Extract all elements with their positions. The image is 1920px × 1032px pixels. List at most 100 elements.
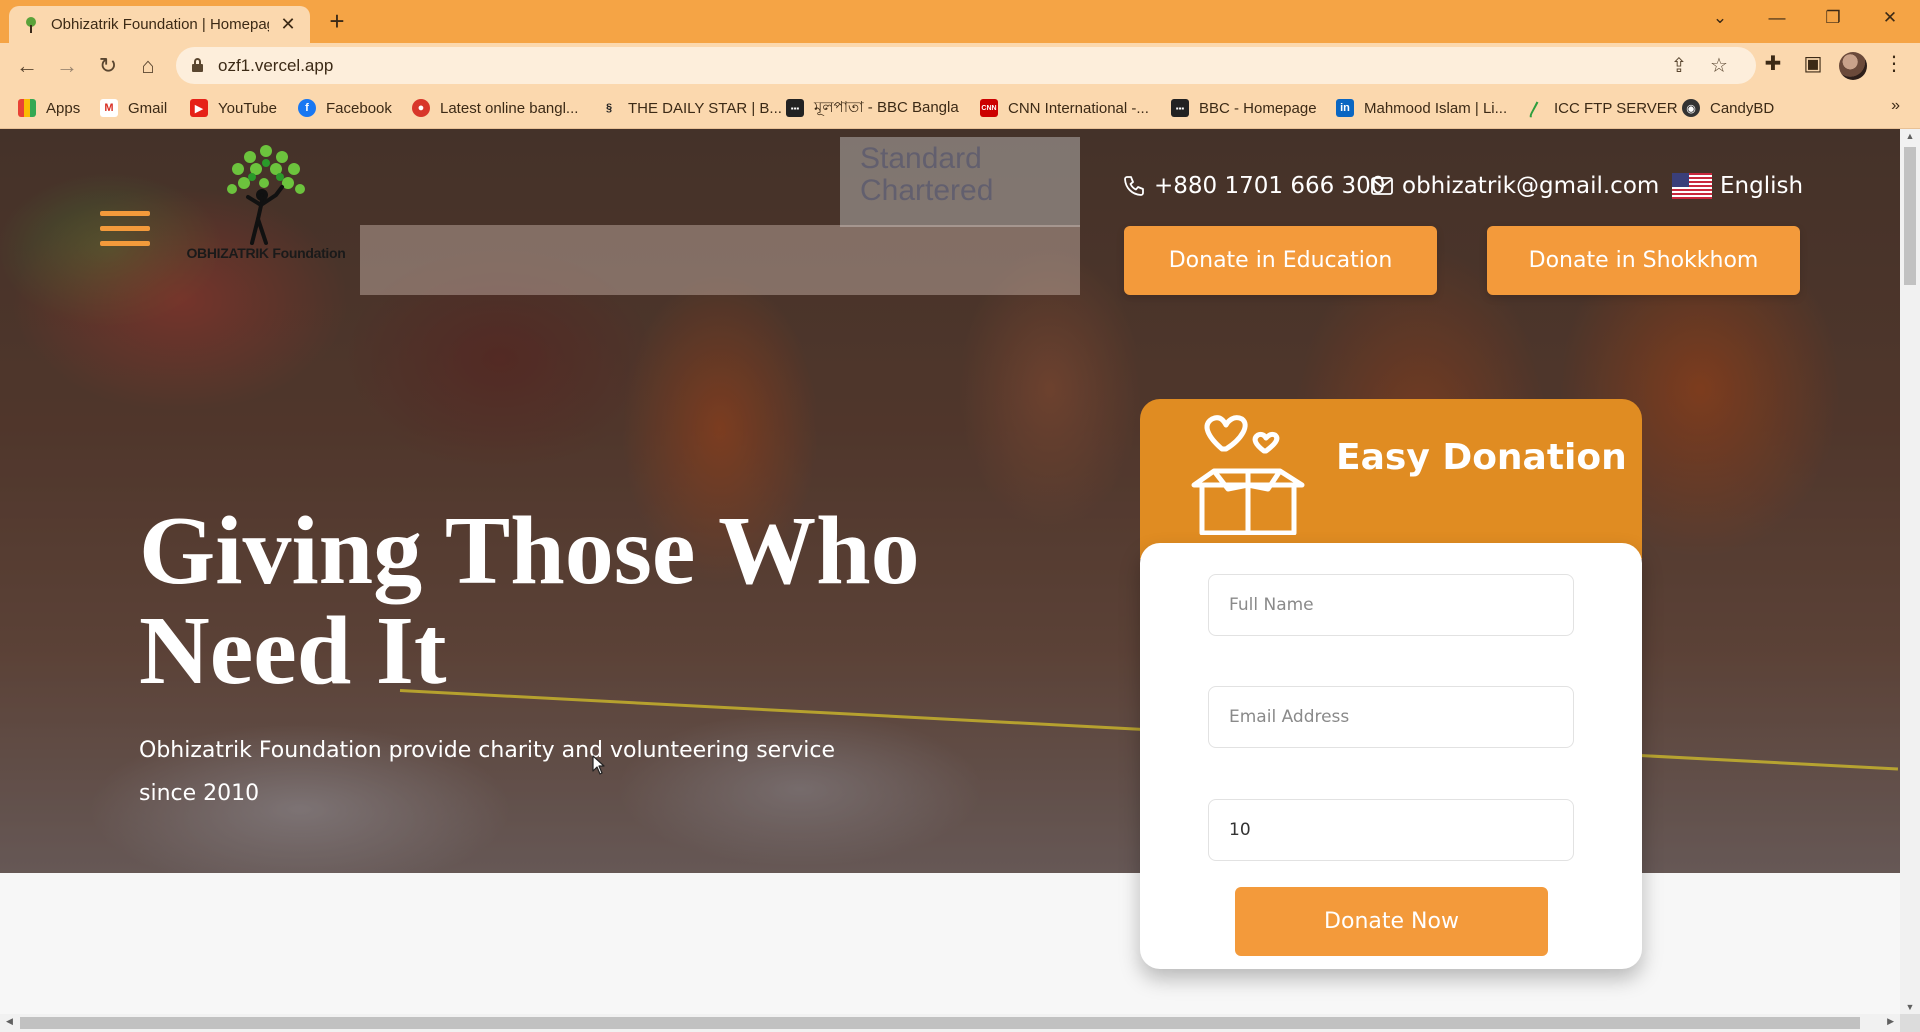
linkedin-icon: in: [1336, 99, 1354, 117]
donation-amount-input[interactable]: [1208, 799, 1574, 861]
browser-toolbar: ← → ↻ ⌂ ozf1.vercel.app ⇪ ☆ ✚ ▣ ⋮: [0, 43, 1920, 88]
horizontal-scrollbar[interactable]: ◀ ▶: [0, 1014, 1900, 1032]
home-icon[interactable]: ⌂: [133, 51, 163, 81]
phone-icon: [1122, 174, 1146, 198]
restore-icon[interactable]: ❐: [1818, 8, 1848, 28]
new-tab-icon[interactable]: +: [325, 8, 349, 34]
envelope-icon: [1370, 176, 1394, 196]
bookmark-bbc-bangla[interactable]: ▪▪▪ মূলপাতা - BBC Bangla: [786, 97, 959, 119]
bbc-icon: ▪▪▪: [786, 99, 804, 117]
tree-favicon-icon: [21, 15, 41, 35]
hero-headline: Giving Those Who Need It: [139, 497, 920, 705]
contact-phone[interactable]: +880 1701 666 300: [1122, 171, 1385, 201]
kebab-menu-icon[interactable]: ⋮: [1880, 51, 1908, 76]
contact-email[interactable]: obhizatrik@gmail.com: [1370, 171, 1659, 201]
bookmark-label: Apps: [46, 99, 81, 117]
gift-box-hearts-icon: [1191, 415, 1305, 535]
scroll-down-arrow-icon[interactable]: ▼: [1900, 1002, 1920, 1012]
language-label: English: [1720, 173, 1804, 199]
daily-star-icon: §: [605, 102, 613, 114]
bookmark-label: Mahmood Islam | Li...: [1364, 99, 1508, 117]
bookmark-label: CandyBD: [1710, 99, 1775, 117]
bookmark-bbc-home[interactable]: ▪▪▪ BBC - Homepage: [1171, 97, 1317, 119]
donate-education-button[interactable]: Donate in Education: [1124, 226, 1437, 295]
hero-sign-line: Standard Chartered: [860, 142, 994, 207]
us-flag-icon: [1672, 173, 1712, 199]
address-bar[interactable]: ozf1.vercel.app ⇪ ☆: [176, 47, 1756, 84]
bookmark-label: THE DAILY STAR | B...: [628, 99, 782, 117]
icc-icon: 〳: [1526, 102, 1543, 119]
phone-number: +880 1701 666 300: [1154, 173, 1386, 199]
bookmark-label: YouTube: [218, 99, 277, 117]
donate-now-button[interactable]: Donate Now: [1235, 887, 1548, 956]
bookmark-star-icon[interactable]: ☆: [1706, 53, 1732, 78]
bookmark-facebook[interactable]: f Facebook: [298, 97, 392, 119]
hamburger-menu-icon[interactable]: [100, 211, 150, 251]
bookmark-label: Gmail: [128, 99, 168, 117]
bangla-news-icon: ●: [412, 99, 430, 117]
horizontal-scroll-thumb[interactable]: [20, 1017, 1860, 1029]
url-text[interactable]: ozf1.vercel.app: [218, 56, 333, 76]
page-viewport: Standard Chartered OBHIZATRIK Foundation…: [0, 129, 1900, 1014]
language-selector[interactable]: English: [1672, 171, 1803, 201]
back-arrow-icon[interactable]: ←: [12, 51, 42, 81]
bookmark-label: BBC - Homepage: [1199, 99, 1317, 117]
facebook-icon: f: [298, 99, 316, 117]
bbc-icon: ▪▪▪: [1171, 99, 1189, 117]
mouse-pointer-icon: [592, 755, 605, 775]
bookmark-bangla-news[interactable]: ● Latest online bangl...: [412, 97, 578, 119]
bookmark-label: ICC FTP SERVER: [1554, 99, 1678, 117]
bookmark-apps[interactable]: Apps: [18, 97, 80, 119]
full-name-input[interactable]: [1208, 574, 1574, 636]
minimize-icon[interactable]: —: [1762, 8, 1792, 28]
browser-tab-active[interactable]: Obhizatrik Foundation | Homepage ✕: [9, 6, 310, 43]
bookmark-linkedin[interactable]: in Mahmood Islam | Li...: [1336, 97, 1507, 119]
email-address-input[interactable]: [1208, 686, 1574, 748]
window-close-icon[interactable]: ✕: [1875, 8, 1905, 28]
hero-subline: Obhizatrik Foundation provide charity an…: [139, 738, 836, 806]
site-logo[interactable]: OBHIZATRIK Foundation: [186, 139, 346, 264]
bookmark-gmail[interactable]: M Gmail: [100, 97, 167, 119]
vertical-scroll-thumb[interactable]: [1904, 147, 1916, 285]
bookmark-cnn[interactable]: CNN CNN International -...: [980, 97, 1149, 119]
bookmark-youtube[interactable]: ▶ YouTube: [190, 97, 277, 119]
scroll-right-arrow-icon[interactable]: ▶: [1887, 1016, 1894, 1027]
easy-donation-title: Easy Donation: [1336, 437, 1627, 478]
hero-sign-text: Standard Chartered: [860, 143, 993, 207]
scroll-up-arrow-icon[interactable]: ▲: [1900, 131, 1920, 141]
scroll-left-arrow-icon[interactable]: ◀: [6, 1016, 13, 1027]
scrollbar-corner: [1900, 1014, 1920, 1032]
tab-search-chevron-icon[interactable]: ⌄: [1705, 8, 1735, 28]
donate-shokkhom-button[interactable]: Donate in Shokkhom: [1487, 226, 1800, 295]
easy-donation-card: Easy Donation Donate Now: [1140, 399, 1642, 969]
gmail-icon: M: [100, 99, 118, 117]
cnn-icon: CNN: [980, 99, 998, 117]
side-panel-icon[interactable]: ▣: [1799, 51, 1827, 76]
hero-background-banner: [360, 225, 1080, 295]
lock-icon[interactable]: [192, 58, 203, 72]
bookmark-label: মূলপাতা - BBC Bangla: [814, 98, 959, 116]
email-address: obhizatrik@gmail.com: [1402, 173, 1660, 199]
share-icon[interactable]: ⇪: [1666, 53, 1692, 78]
donation-form: Donate Now: [1140, 543, 1642, 969]
bookmark-label: Facebook: [326, 99, 392, 117]
tab-close-icon[interactable]: ✕: [278, 14, 298, 35]
bookmark-icc-ftp[interactable]: 〳 ICC FTP SERVER: [1526, 97, 1678, 120]
youtube-icon: ▶: [190, 99, 208, 117]
bookmark-daily-star[interactable]: § THE DAILY STAR | B...: [600, 97, 782, 119]
extensions-puzzle-icon[interactable]: ✚: [1759, 51, 1787, 76]
tab-strip: Obhizatrik Foundation | Homepage ✕ + ⌄ —…: [0, 0, 1920, 43]
bookmark-candybd[interactable]: ◉ CandyBD: [1682, 97, 1774, 119]
vertical-scrollbar[interactable]: ▲ ▼: [1900, 129, 1920, 1014]
profile-avatar[interactable]: [1839, 52, 1867, 80]
easy-donation-header: Easy Donation: [1140, 399, 1642, 559]
bookmark-label: Latest online bangl...: [440, 99, 579, 117]
candybd-icon: ◉: [1682, 99, 1700, 117]
bookmarks-overflow-icon[interactable]: »: [1891, 97, 1900, 115]
bookmarks-bar: Apps M Gmail ▶ YouTube f Facebook ● Late…: [0, 88, 1920, 129]
bookmark-label: CNN International -...: [1008, 99, 1149, 117]
tree-person-logo-icon: [227, 145, 305, 245]
apps-grid-icon: [18, 99, 36, 117]
reload-icon[interactable]: ↻: [93, 51, 123, 81]
forward-arrow-icon[interactable]: →: [52, 51, 82, 81]
